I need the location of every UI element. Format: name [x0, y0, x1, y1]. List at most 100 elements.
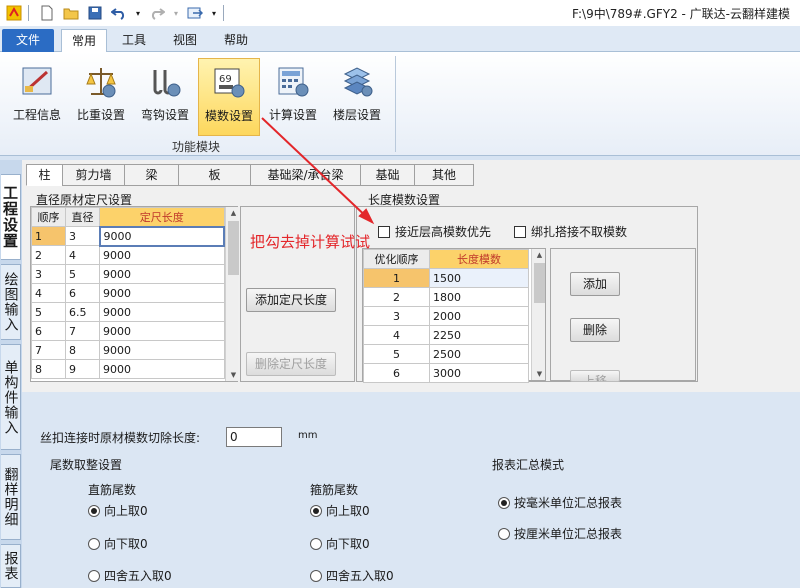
report-cm-radio[interactable]: 按厘米单位汇总报表	[498, 525, 622, 542]
diameter-scrollbar[interactable]: ▲ ▼	[225, 207, 239, 381]
tab-foundation[interactable]: 基础	[360, 164, 414, 186]
hook-setting-button[interactable]: 弯钩设置	[134, 58, 196, 136]
table-cell[interactable]: 5	[363, 344, 430, 364]
checkbox-box[interactable]	[378, 225, 390, 238]
save-icon[interactable]	[85, 4, 105, 22]
table-cell[interactable]: 6	[65, 283, 100, 303]
table-cell[interactable]: 3000	[429, 363, 529, 383]
add-button[interactable]: 添加	[570, 272, 620, 296]
delete-fixed-length-button[interactable]: 删除定尺长度	[246, 352, 336, 376]
floor-setting-button[interactable]: 楼层设置	[326, 58, 388, 136]
table-cell[interactable]: 5	[31, 302, 66, 322]
side-tab-drawing-input[interactable]: 绘图输入	[1, 264, 21, 340]
chevron-down-icon[interactable]: ▾	[209, 4, 219, 22]
new-file-icon[interactable]	[37, 4, 57, 22]
tab-column[interactable]: 柱	[26, 164, 62, 186]
tab-beam[interactable]: 梁	[124, 164, 178, 186]
table-cell[interactable]: 3	[65, 226, 100, 246]
table-cell[interactable]: 6	[363, 363, 430, 383]
table-cell[interactable]: 9000	[99, 283, 225, 303]
stirrup-round-half-radio[interactable]: 四舍五入取0	[310, 567, 394, 584]
scroll-down-icon[interactable]: ▼	[229, 371, 238, 379]
tab-foundation-beam[interactable]: 基础梁/承台梁	[250, 164, 360, 186]
table-cell[interactable]: 9000	[99, 264, 225, 284]
table-cell[interactable]: 2000	[429, 306, 529, 326]
radio-dot[interactable]	[88, 537, 100, 550]
open-folder-icon[interactable]	[61, 4, 81, 22]
table-cell[interactable]: 9000	[99, 302, 225, 322]
straight-round-down-radio[interactable]: 向下取0	[88, 535, 148, 552]
move-up-button[interactable]: 上移	[570, 370, 620, 382]
side-tab-project-settings[interactable]: 工程设置	[1, 174, 21, 260]
radio-dot[interactable]	[310, 537, 322, 550]
radio-dot[interactable]	[498, 496, 510, 509]
tab-shear-wall[interactable]: 剪力墙	[62, 164, 124, 186]
undo-icon[interactable]	[109, 4, 129, 22]
table-cell[interactable]: 5	[65, 264, 100, 284]
stirrup-round-down-radio[interactable]: 向下取0	[310, 535, 370, 552]
table-cell[interactable]: 3	[31, 264, 66, 284]
straight-round-half-radio[interactable]: 四舍五入取0	[88, 567, 172, 584]
scroll-thumb[interactable]	[228, 221, 239, 275]
checkbox-box[interactable]	[514, 225, 526, 238]
chevron-down-icon[interactable]: ▾	[171, 4, 181, 22]
table-cell[interactable]: 1800	[429, 287, 529, 307]
file-menu[interactable]: 文件	[2, 29, 54, 52]
table-cell[interactable]: 8	[31, 359, 66, 379]
modulus-setting-button[interactable]: 69 模数设置	[198, 58, 260, 136]
table-cell[interactable]: 2500	[429, 344, 529, 364]
table-cell[interactable]: 6	[31, 321, 66, 341]
table-cell[interactable]: 4	[31, 283, 66, 303]
density-setting-button[interactable]: 比重设置	[70, 58, 132, 136]
side-tab-report[interactable]: 报表	[1, 544, 21, 588]
radio-dot[interactable]	[88, 504, 100, 517]
table-cell[interactable]: 9000	[99, 340, 225, 360]
table-cell[interactable]: 1500	[429, 268, 529, 288]
table-cell[interactable]: 8	[65, 340, 100, 360]
tab-slab[interactable]: 板	[178, 164, 250, 186]
radio-dot[interactable]	[310, 504, 322, 517]
stirrup-round-up-radio[interactable]: 向上取0	[310, 502, 370, 519]
scroll-up-icon[interactable]: ▲	[229, 209, 238, 217]
side-tab-single-component[interactable]: 单构件输入	[1, 344, 21, 450]
table-cell[interactable]: 2	[363, 287, 430, 307]
tab-other[interactable]: 其他	[414, 164, 474, 186]
table-cell[interactable]: 4	[363, 325, 430, 345]
lap-no-modulus-checkbox[interactable]: 绑扎搭接不取模数	[514, 223, 627, 240]
table-cell[interactable]: 9000	[98, 225, 225, 247]
scroll-thumb[interactable]	[534, 263, 545, 303]
table-cell[interactable]: 6.5	[65, 302, 100, 322]
radio-dot[interactable]	[88, 569, 100, 582]
table-cell[interactable]: 9000	[99, 321, 225, 341]
redo-icon[interactable]	[147, 4, 167, 22]
length-scrollbar[interactable]: ▲ ▼	[531, 249, 545, 380]
table-cell[interactable]: 2	[31, 245, 66, 265]
chevron-down-icon[interactable]: ▾	[133, 4, 143, 22]
table-cell[interactable]: 7	[65, 321, 100, 341]
cut-length-input[interactable]: 0	[226, 427, 282, 447]
calc-setting-button[interactable]: 计算设置	[262, 58, 324, 136]
table-cell[interactable]: 1	[31, 226, 66, 246]
scroll-down-icon[interactable]: ▼	[535, 370, 544, 378]
tab-common[interactable]: 常用	[61, 29, 108, 53]
delete-button[interactable]: 删除	[570, 318, 620, 342]
table-cell[interactable]: 9000	[99, 359, 225, 379]
scroll-up-icon[interactable]: ▲	[535, 251, 544, 259]
tab-view[interactable]: 视图	[163, 29, 207, 52]
radio-dot[interactable]	[498, 527, 510, 540]
report-mm-radio[interactable]: 按毫米单位汇总报表	[498, 494, 622, 511]
table-cell[interactable]: 3	[363, 306, 430, 326]
table-cell[interactable]: 9000	[99, 245, 225, 265]
side-tab-detail[interactable]: 翻样明细	[1, 454, 21, 540]
add-fixed-length-button[interactable]: 添加定尺长度	[246, 288, 336, 312]
radio-dot[interactable]	[310, 569, 322, 582]
tab-tools[interactable]: 工具	[112, 29, 156, 52]
near-floor-checkbox[interactable]: 接近层高模数优先	[378, 223, 491, 240]
project-info-button[interactable]: 工程信息	[6, 58, 68, 136]
table-cell[interactable]: 1	[363, 268, 430, 288]
straight-round-up-radio[interactable]: 向上取0	[88, 502, 148, 519]
table-cell[interactable]: 2250	[429, 325, 529, 345]
tab-help[interactable]: 帮助	[214, 29, 258, 52]
table-cell[interactable]: 4	[65, 245, 100, 265]
table-cell[interactable]: 9	[65, 359, 100, 379]
